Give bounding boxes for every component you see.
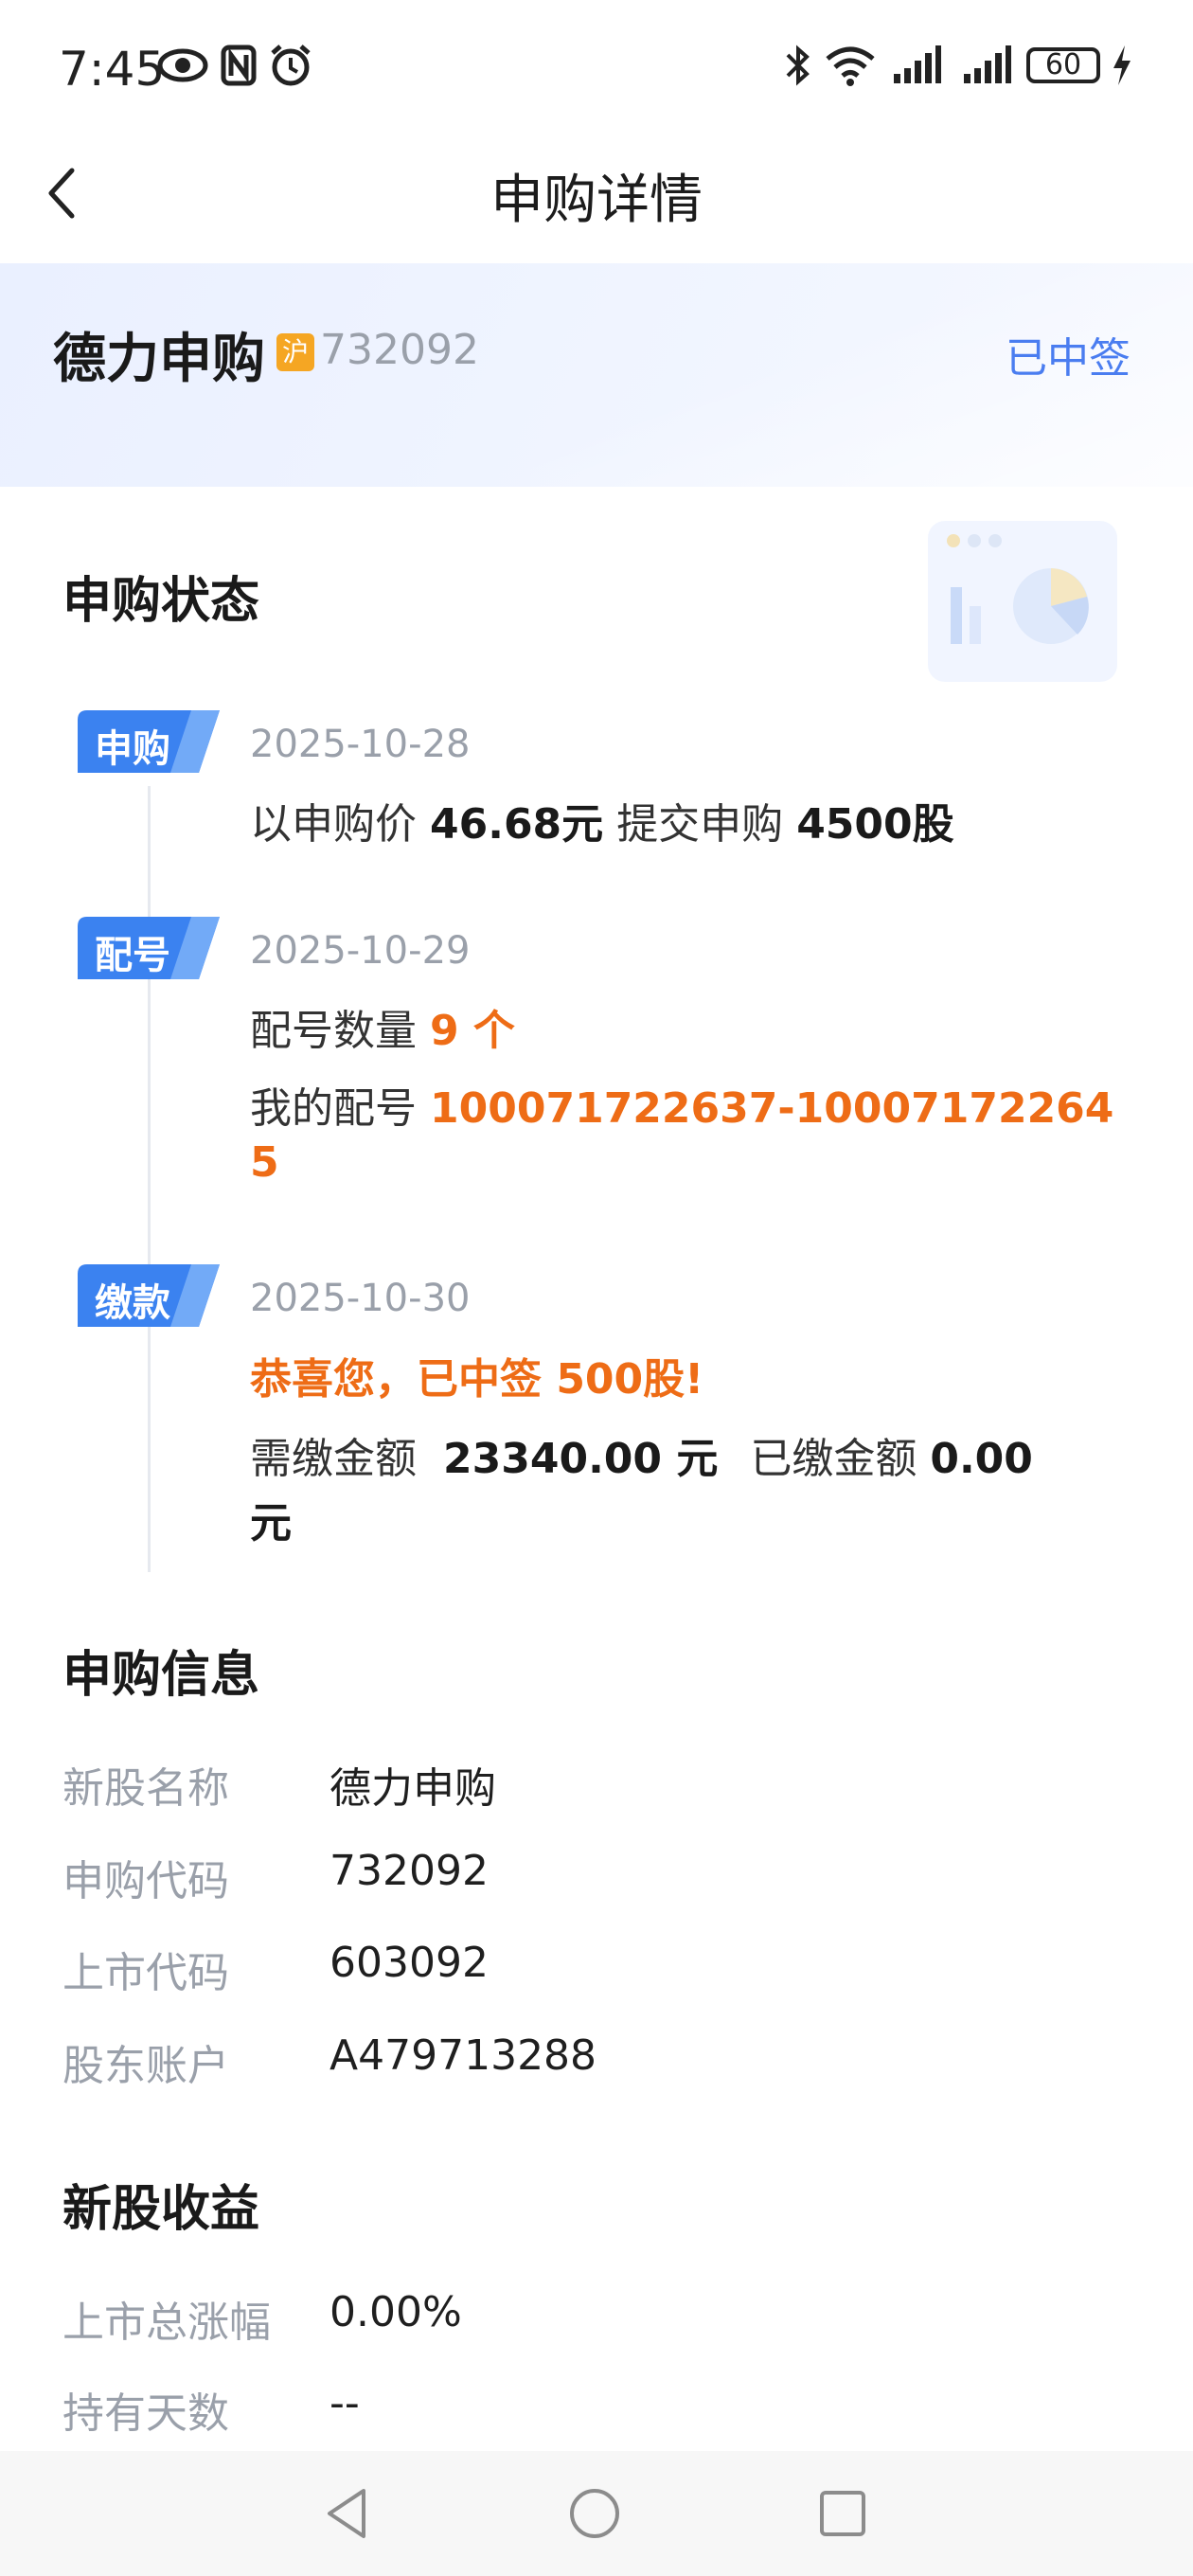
chart-illustration-icon <box>928 521 1117 682</box>
congrats-message: 恭喜您，已中签 500股! <box>250 1355 704 1404</box>
info-label: 上市代码 <box>62 1949 229 1997</box>
info-value: -- <box>329 2379 360 2427</box>
allotment-count: 配号数量 9 个 <box>250 1007 515 1055</box>
nfc-icon <box>221 45 257 86</box>
market-badge: 沪 <box>276 333 314 371</box>
info-label: 上市总涨幅 <box>62 2299 271 2347</box>
section-title-info: 申购信息 <box>62 1647 260 1704</box>
lottery-result-status: 已中签 <box>1006 334 1131 383</box>
nav-recents-icon[interactable] <box>818 2489 867 2538</box>
system-nav-bar <box>0 2451 1193 2576</box>
info-value: A479713288 <box>329 2031 597 2080</box>
signal-icon <box>964 45 1011 83</box>
allotment-range: 我的配号 100071722637-10007172264 <box>250 1084 1114 1133</box>
nav-back-icon[interactable] <box>322 2485 371 2542</box>
signal-icon <box>894 45 941 83</box>
info-value: 732092 <box>329 1847 489 1895</box>
info-label: 股东账户 <box>62 2042 229 2090</box>
stock-code: 732092 <box>320 326 479 374</box>
timeline-tag-payment: 缴款 <box>78 1264 220 1327</box>
info-label: 持有天数 <box>62 2389 229 2438</box>
info-value: 0.00% <box>329 2288 462 2336</box>
timeline-date: 2025-10-30 <box>250 1277 471 1320</box>
status-time: 7:45 <box>59 42 166 97</box>
timeline-date: 2025-10-29 <box>250 929 471 973</box>
eye-icon <box>157 48 208 82</box>
nav-home-icon[interactable] <box>568 2487 621 2540</box>
timeline-tag-allotment: 配号 <box>78 917 220 979</box>
page-title: 申购详情 <box>490 170 703 231</box>
info-value: 603092 <box>329 1939 489 1987</box>
section-title-status: 申购状态 <box>62 573 260 630</box>
wifi-icon <box>826 46 875 86</box>
battery-icon: 60 <box>1026 47 1100 83</box>
timeline-tag-subscribe: 申购 <box>78 710 220 773</box>
paid-unit: 元 <box>250 1499 292 1547</box>
battery-level: 60 <box>1044 48 1082 81</box>
timeline-line <box>148 786 151 1572</box>
timeline-date: 2025-10-28 <box>250 723 471 766</box>
info-label: 申购代码 <box>62 1857 229 1905</box>
info-value: 德力申购 <box>329 1764 496 1813</box>
bluetooth-icon <box>786 45 810 86</box>
stock-name: 德力申购 <box>53 329 265 390</box>
section-title-profit: 新股收益 <box>62 2181 260 2238</box>
subscribe-detail: 以申购价 46.68元 提交申购 4500股 <box>250 800 954 849</box>
charging-icon <box>1113 45 1131 85</box>
payment-amounts: 需缴金额 23340.00 元 已缴金额 0.00 <box>250 1435 1033 1483</box>
alarm-icon <box>271 45 311 86</box>
status-bar: 7:45 60 <box>0 0 1193 142</box>
info-label: 新股名称 <box>62 1764 229 1813</box>
allotment-range-wrap: 5 <box>250 1138 279 1187</box>
